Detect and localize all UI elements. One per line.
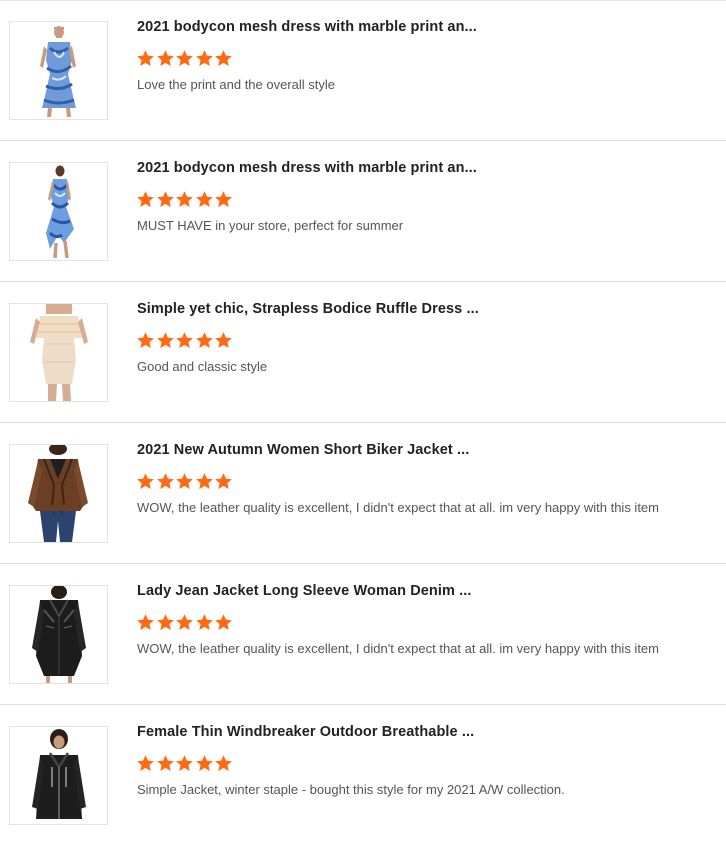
product-thumbnail[interactable] (9, 444, 108, 543)
review-comment: WOW, the leather quality is excellent, I… (137, 641, 659, 656)
product-title[interactable]: 2021 bodycon mesh dress with marble prin… (137, 19, 477, 35)
star-icon (214, 190, 234, 209)
review-comment: MUST HAVE in your store, perfect for sum… (137, 218, 404, 233)
star-icon (156, 190, 176, 209)
star-rating (136, 190, 234, 210)
product-title[interactable]: 2021 bodycon mesh dress with marble prin… (137, 160, 477, 176)
star-icon (136, 49, 156, 68)
review-item: Female Thin Windbreaker Outdoor Breathab… (0, 705, 726, 846)
star-icon (136, 472, 156, 491)
brown-leather-biker-jacket-photo-icon (10, 445, 107, 542)
star-icon (195, 754, 215, 773)
star-icon (175, 331, 195, 350)
blue-tie-dye-bodycon-dress-photo-icon (10, 22, 107, 119)
star-rating (136, 754, 234, 774)
review-item: 2021 New Autumn Women Short Biker Jacket… (0, 423, 726, 564)
review-item: Lady Jean Jacket Long Sleeve Woman Denim… (0, 564, 726, 705)
star-icon (195, 331, 215, 350)
product-title[interactable]: Simple yet chic, Strapless Bodice Ruffle… (137, 301, 479, 317)
review-item: Simple yet chic, Strapless Bodice Ruffle… (0, 282, 726, 423)
star-icon (136, 331, 156, 350)
star-icon (156, 754, 176, 773)
star-rating (136, 613, 234, 633)
star-icon (136, 190, 156, 209)
star-icon (156, 49, 176, 68)
black-windbreaker-jacket-photo-icon (10, 727, 107, 824)
star-rating (136, 49, 234, 69)
star-rating (136, 472, 234, 492)
black-long-leather-jacket-photo-icon (10, 586, 107, 683)
star-icon (195, 613, 215, 632)
blue-marble-asymmetric-dress-photo-icon (10, 163, 107, 260)
star-icon (214, 49, 234, 68)
review-comment: Love the print and the overall style (137, 77, 336, 92)
star-icon (214, 754, 234, 773)
star-icon (175, 754, 195, 773)
star-icon (195, 190, 215, 209)
review-item: 2021 bodycon mesh dress with marble prin… (0, 0, 726, 141)
cream-strapless-ruffle-dress-photo-icon (10, 304, 107, 401)
star-icon (175, 49, 195, 68)
review-comment: Simple Jacket, winter staple - bought th… (137, 782, 565, 797)
star-icon (214, 472, 234, 491)
review-comment: WOW, the leather quality is excellent, I… (137, 500, 659, 515)
star-icon (136, 754, 156, 773)
product-title[interactable]: 2021 New Autumn Women Short Biker Jacket… (137, 442, 469, 458)
product-thumbnail[interactable] (9, 585, 108, 684)
star-icon (156, 331, 176, 350)
star-icon (214, 613, 234, 632)
product-title[interactable]: Lady Jean Jacket Long Sleeve Woman Denim… (137, 583, 472, 599)
star-icon (214, 331, 234, 350)
product-thumbnail[interactable] (9, 726, 108, 825)
star-icon (156, 613, 176, 632)
product-thumbnail[interactable] (9, 303, 108, 402)
star-icon (156, 472, 176, 491)
review-comment: Good and classic style (137, 359, 268, 374)
review-list: 2021 bodycon mesh dress with marble prin… (0, 0, 726, 846)
star-icon (195, 472, 215, 491)
product-thumbnail[interactable] (9, 21, 108, 120)
star-icon (175, 472, 195, 491)
star-rating (136, 331, 234, 351)
product-title[interactable]: Female Thin Windbreaker Outdoor Breathab… (137, 724, 474, 740)
star-icon (136, 613, 156, 632)
star-icon (175, 190, 195, 209)
product-thumbnail[interactable] (9, 162, 108, 261)
review-item: 2021 bodycon mesh dress with marble prin… (0, 141, 726, 282)
star-icon (175, 613, 195, 632)
star-icon (195, 49, 215, 68)
